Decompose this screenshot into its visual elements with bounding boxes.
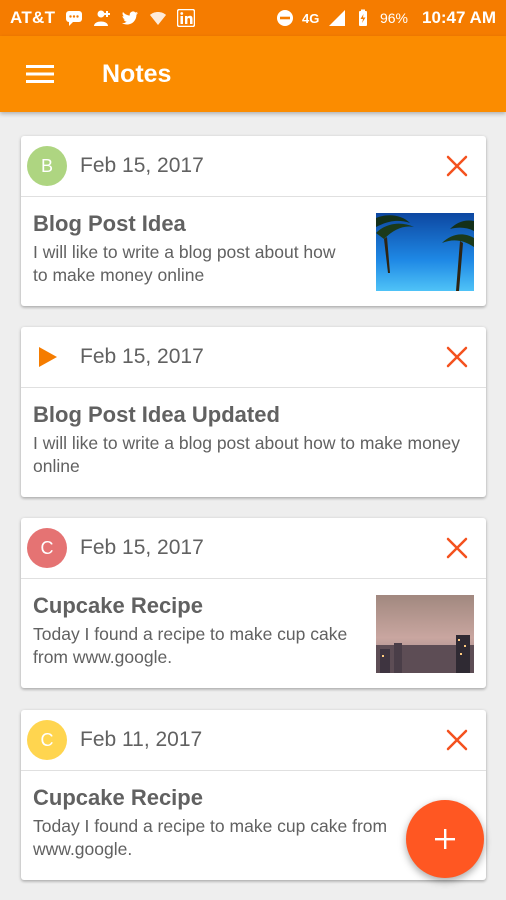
plus-icon <box>435 829 455 849</box>
delete-button[interactable] <box>442 151 472 181</box>
add-note-button[interactable] <box>406 800 484 878</box>
note-date: Feb 11, 2017 <box>80 728 203 751</box>
hamburger-menu-icon <box>26 65 54 83</box>
avatar: B <box>27 146 67 186</box>
close-icon <box>446 729 468 751</box>
play-icon <box>27 337 67 377</box>
note-date: Feb 15, 2017 <box>80 536 204 559</box>
wifi-icon <box>149 9 167 27</box>
close-icon <box>446 155 468 177</box>
delete-button[interactable] <box>442 725 472 755</box>
app-bar: Notes <box>0 36 506 112</box>
page-title: Notes <box>102 59 172 88</box>
clock: 10:47 AM <box>421 8 496 27</box>
svg-text:4G: 4G <box>302 11 319 26</box>
avatar: C <box>27 528 67 568</box>
note-header: C Feb 11, 2017 <box>21 710 486 771</box>
note-card[interactable]: B Feb 15, 2017 Blog Post Idea I will lik… <box>21 136 486 306</box>
note-body: Blog Post Idea Updated I will like to wr… <box>21 388 486 478</box>
note-text: I will like to write a blog post about h… <box>33 433 461 476</box>
note-header: C Feb 15, 2017 <box>21 518 486 579</box>
note-body: Blog Post Idea I will like to write a bl… <box>21 197 486 291</box>
note-date: Feb 15, 2017 <box>80 154 204 177</box>
close-icon <box>446 346 468 368</box>
delete-button[interactable] <box>442 533 472 563</box>
person-add-icon <box>93 9 111 27</box>
note-header: Feb 15, 2017 <box>21 327 486 388</box>
note-card[interactable]: C Feb 15, 2017 Cupcake Recipe Today I fo… <box>21 518 486 688</box>
avatar: C <box>27 720 67 760</box>
linkedin-icon <box>177 8 196 28</box>
note-body: Cupcake Recipe Today I found a recipe to… <box>21 579 486 673</box>
note-header: B Feb 15, 2017 <box>21 136 486 197</box>
note-text: Today I found a recipe to make cup cake … <box>33 624 348 667</box>
battery-icon <box>354 9 372 27</box>
twitter-icon <box>121 9 139 27</box>
note-image <box>376 595 474 673</box>
note-date: Feb 15, 2017 <box>80 345 204 368</box>
carrier-label: AT&T <box>10 8 56 27</box>
delete-button[interactable] <box>442 342 472 372</box>
status-bar: AT&T 4G 96% 10:47 AM <box>0 0 506 36</box>
note-text: Today I found a recipe to make cup cake … <box>33 816 388 859</box>
note-title: Cupcake Recipe <box>33 785 203 810</box>
chat-icon <box>65 9 83 27</box>
note-text: I will like to write a blog post about h… <box>33 242 336 285</box>
4g-icon: 4G <box>302 9 320 27</box>
do-not-disturb-icon <box>276 9 294 27</box>
menu-button[interactable] <box>20 54 60 94</box>
note-image <box>376 213 474 291</box>
note-title: Blog Post Idea Updated <box>33 402 280 427</box>
battery-percent: 96% <box>379 10 408 26</box>
close-icon <box>446 537 468 559</box>
signal-icon <box>328 9 346 27</box>
note-card[interactable]: Feb 15, 2017 Blog Post Idea Updated I wi… <box>21 327 486 497</box>
